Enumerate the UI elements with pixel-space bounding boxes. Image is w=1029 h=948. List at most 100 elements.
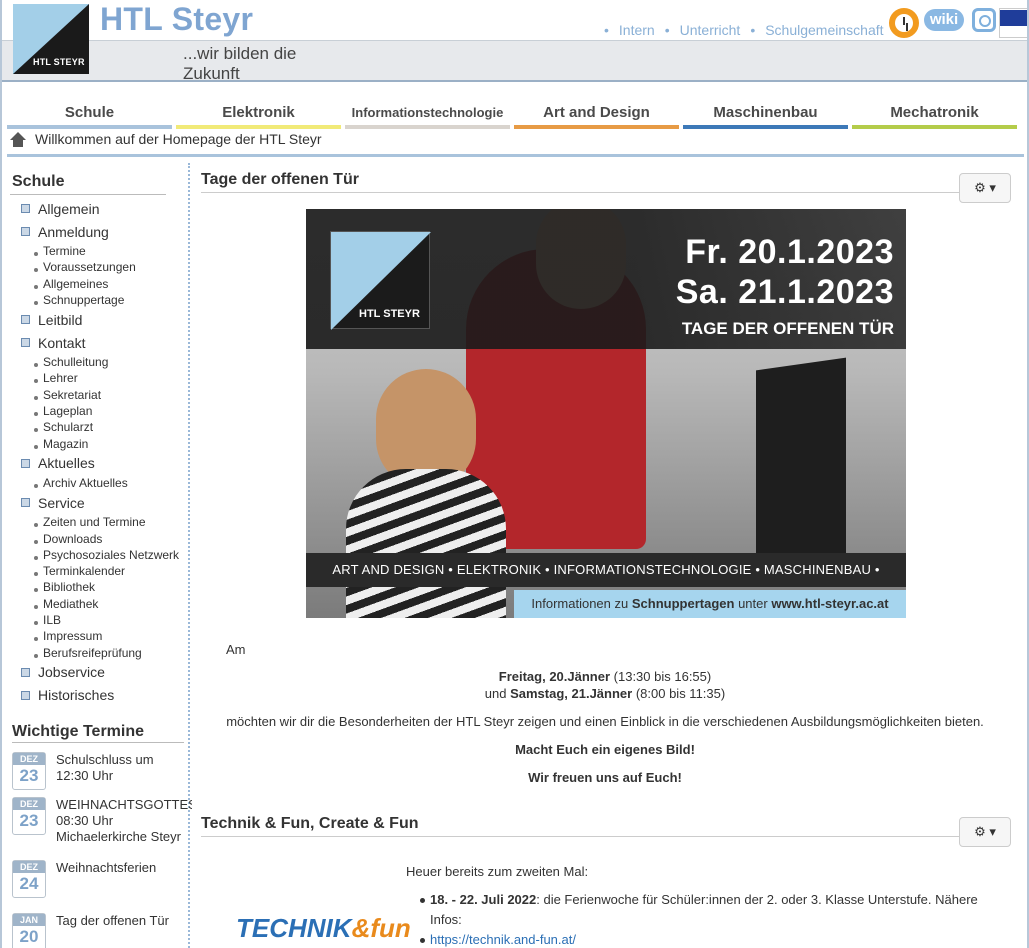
eu-flag-icon[interactable] xyxy=(999,8,1027,38)
sidebar-subitem-termine[interactable]: Termine xyxy=(10,243,188,259)
bullet-icon xyxy=(21,315,30,325)
termin-text: WEIHNACHTSGOTTES xyxy=(56,797,192,812)
bullet-icon xyxy=(21,227,30,236)
termin-text: Michaelerkirche Steyr xyxy=(56,829,181,844)
text-description: möchten wir dir die Besonderheiten der H… xyxy=(226,714,984,729)
banner-departments: ART AND DESIGN • ELEKTRONIK • INFORMATIO… xyxy=(306,553,906,611)
text-day2: und Samstag, 21.Jänner (8:00 bis 11:35) xyxy=(484,686,726,701)
sidebar-item-service[interactable]: Service xyxy=(10,491,188,514)
sidebar-item-historisches[interactable]: Historisches xyxy=(10,684,188,707)
termin-item[interactable]: DEZ 23 WEIHNACHTSGOTTES 08:30 Uhr Michaelerk… xyxy=(12,797,192,855)
sidebar-item-kontakt[interactable]: Kontakt xyxy=(10,331,188,354)
cat-art-and-design[interactable]: Art and Design xyxy=(514,100,679,129)
event-list: 18. - 22. Juli 2022: die Ferienwoche für… xyxy=(418,890,998,948)
termin-text: Tag der offenen Tür xyxy=(56,913,169,928)
sidebar-subitem-bibliothek[interactable]: Bibliothek xyxy=(10,579,188,595)
sidebar-subitem-mediathek[interactable]: Mediathek xyxy=(10,596,188,612)
bullet-icon xyxy=(21,204,30,213)
list-item: 18. - 22. Juli 2022: die Ferienwoche für… xyxy=(418,890,998,930)
banner-info: Informationen zu Schnuppertagen unter ww… xyxy=(514,590,906,618)
text-day1: Freitag, 20.Jänner (13:30 bis 16:55) xyxy=(498,669,712,684)
sidebar-subitem-berufsreifeprüfung[interactable]: Berufsreifeprüfung xyxy=(10,645,188,661)
bullet-icon xyxy=(21,458,30,468)
cat-mechatronik[interactable]: Mechatronik xyxy=(852,100,1017,129)
sidebar-subitem-zeiten-und-termine[interactable]: Zeiten und Termine xyxy=(10,514,188,530)
topnav-schulgemeinschaft[interactable]: Schulgemeinschaft xyxy=(765,22,883,38)
sidebar-subitem-schulleitung[interactable]: Schulleitung xyxy=(10,354,188,370)
calendar-icon: JAN 20 xyxy=(12,913,46,948)
sidebar-subitem-magazin[interactable]: Magazin xyxy=(10,436,188,452)
cat-maschinenbau[interactable]: Maschinenbau xyxy=(683,100,848,129)
wiki-icon[interactable]: wiki xyxy=(924,9,964,31)
termin-item[interactable]: DEZ 24 Weihnachtsferien xyxy=(12,860,192,904)
calendar-icon: DEZ 23 xyxy=(12,752,46,790)
list-item: https://technik.and-fun.at/ xyxy=(418,930,998,948)
article-options-button-2[interactable]: ⚙ ▾ xyxy=(959,817,1011,847)
termin-item[interactable]: DEZ 23 Schulschluss um 12:30 Uhr xyxy=(12,752,192,796)
cat-schule[interactable]: Schule xyxy=(7,100,172,129)
calendar-icon: DEZ 24 xyxy=(12,860,46,898)
sidebar-subitem-ilb[interactable]: ILB xyxy=(10,612,188,628)
sidebar-subitem-terminkalender[interactable]: Terminkalender xyxy=(10,563,188,579)
sidebar-subitem-sekretariat[interactable]: Sekretariat xyxy=(10,387,188,403)
sidebar-item-jobservice[interactable]: Jobservice xyxy=(10,661,188,684)
sidebar: Schule Allgemein Anmeldung Termine Vorausse… xyxy=(10,170,188,707)
breadcrumb: Willkommen auf der Homepage der HTL Stey… xyxy=(10,131,322,147)
technik-fun-link[interactable]: https://technik.and-fun.at/ xyxy=(430,932,576,947)
text-bold-1: Macht Euch ein eigenes Bild! xyxy=(515,742,695,757)
sidebar-subitem-archiv-aktuelles[interactable]: Archiv Aktuelles xyxy=(10,475,188,491)
bullet-icon xyxy=(21,690,30,700)
termin-text: 08:30 Uhr xyxy=(56,813,114,828)
instagram-icon[interactable] xyxy=(972,8,996,32)
sidebar-heading: Schule xyxy=(10,170,166,195)
sidebar-subitem-schularzt[interactable]: Schularzt xyxy=(10,419,188,435)
termin-text: Schulschluss um xyxy=(56,752,154,767)
article-title-technik-fun[interactable]: Technik & Fun, Create & Fun xyxy=(201,815,1009,837)
sidebar-item-leitbild[interactable]: Leitbild xyxy=(10,308,188,331)
sidebar-subitem-psychosoziales-netzwerk[interactable]: Psychosoziales Netzwerk xyxy=(10,547,188,563)
technik-fun-logo[interactable]: TECHNIK&fun xyxy=(236,913,411,944)
site-title[interactable]: HTL Steyr xyxy=(100,1,253,38)
logo-text: HTL STEYR xyxy=(33,57,85,67)
sidebar-subitem-lehrer[interactable]: Lehrer xyxy=(10,370,188,386)
sidebar-subitem-schnuppertage[interactable]: Schnuppertage xyxy=(10,292,188,308)
header-band xyxy=(2,40,1027,82)
home-icon[interactable] xyxy=(10,131,27,147)
sidebar-subitem-allgemeines[interactable]: Allgemeines xyxy=(10,276,188,292)
cat-elektronik[interactable]: Elektronik xyxy=(176,100,341,129)
banner-headline: TAGE DER OFFENEN TÜR xyxy=(681,319,894,338)
cat-informationstechnologie[interactable]: Informationstechnologie xyxy=(345,100,510,129)
calendar-icon: DEZ 23 xyxy=(12,797,46,835)
article-title-offene-tuer[interactable]: Tage der offenen Tür xyxy=(201,171,1009,193)
topnav-intern[interactable]: Intern xyxy=(619,22,655,38)
article-options-button[interactable]: ⚙ ▾ xyxy=(959,173,1011,203)
sidebar-subitem-impressum[interactable]: Impressum xyxy=(10,628,188,644)
termin-item[interactable]: JAN 20 Tag der offenen Tür xyxy=(12,913,192,948)
text-bold-2: Wir freuen uns auf Euch! xyxy=(528,770,682,785)
sidebar-item-anmeldung[interactable]: Anmeldung xyxy=(10,220,188,243)
banner-logo: HTL STEYR xyxy=(330,231,431,330)
category-nav: Schule Elektronik Informationstechnologi… xyxy=(7,100,1017,129)
top-navigation: • Intern • Unterricht • Schulgemeinschaf… xyxy=(604,22,884,38)
page-frame: HTL STEYR HTL Steyr ...wir bilden die Zu… xyxy=(0,0,1029,948)
bullet-icon xyxy=(21,667,30,677)
divider xyxy=(7,154,1024,157)
sidebar-item-aktuelles[interactable]: Aktuelles xyxy=(10,452,188,475)
site-slogan: ...wir bilden die Zukunft xyxy=(183,44,297,83)
clock-icon[interactable] xyxy=(889,8,919,38)
sidebar-item-allgemein[interactable]: Allgemein xyxy=(10,197,188,220)
topnav-unterricht[interactable]: Unterricht xyxy=(680,22,741,38)
breadcrumb-text: Willkommen auf der Homepage der HTL Stey… xyxy=(35,131,322,147)
school-logo[interactable]: HTL STEYR xyxy=(13,4,89,74)
sidebar-subitem-downloads[interactable]: Downloads xyxy=(10,531,188,547)
termin-text: 12:30 Uhr xyxy=(56,768,114,783)
sidebar-subitem-voraussetzungen[interactable]: Voraussetzungen xyxy=(10,259,188,275)
termin-text: Weihnachtsferien xyxy=(56,860,157,875)
bullet-icon xyxy=(21,498,30,508)
bullet-icon xyxy=(21,338,30,348)
event-banner-image[interactable]: HTL STEYR Fr. 20.1.2023 Sa. 21.1.2023 TA… xyxy=(306,209,906,618)
banner-date-2: Sa. 21.1.2023 xyxy=(675,273,894,311)
banner-date-1: Fr. 20.1.2023 xyxy=(685,233,894,271)
sidebar-subitem-lageplan[interactable]: Lageplan xyxy=(10,403,188,419)
termine-heading: Wichtige Termine xyxy=(12,723,184,743)
